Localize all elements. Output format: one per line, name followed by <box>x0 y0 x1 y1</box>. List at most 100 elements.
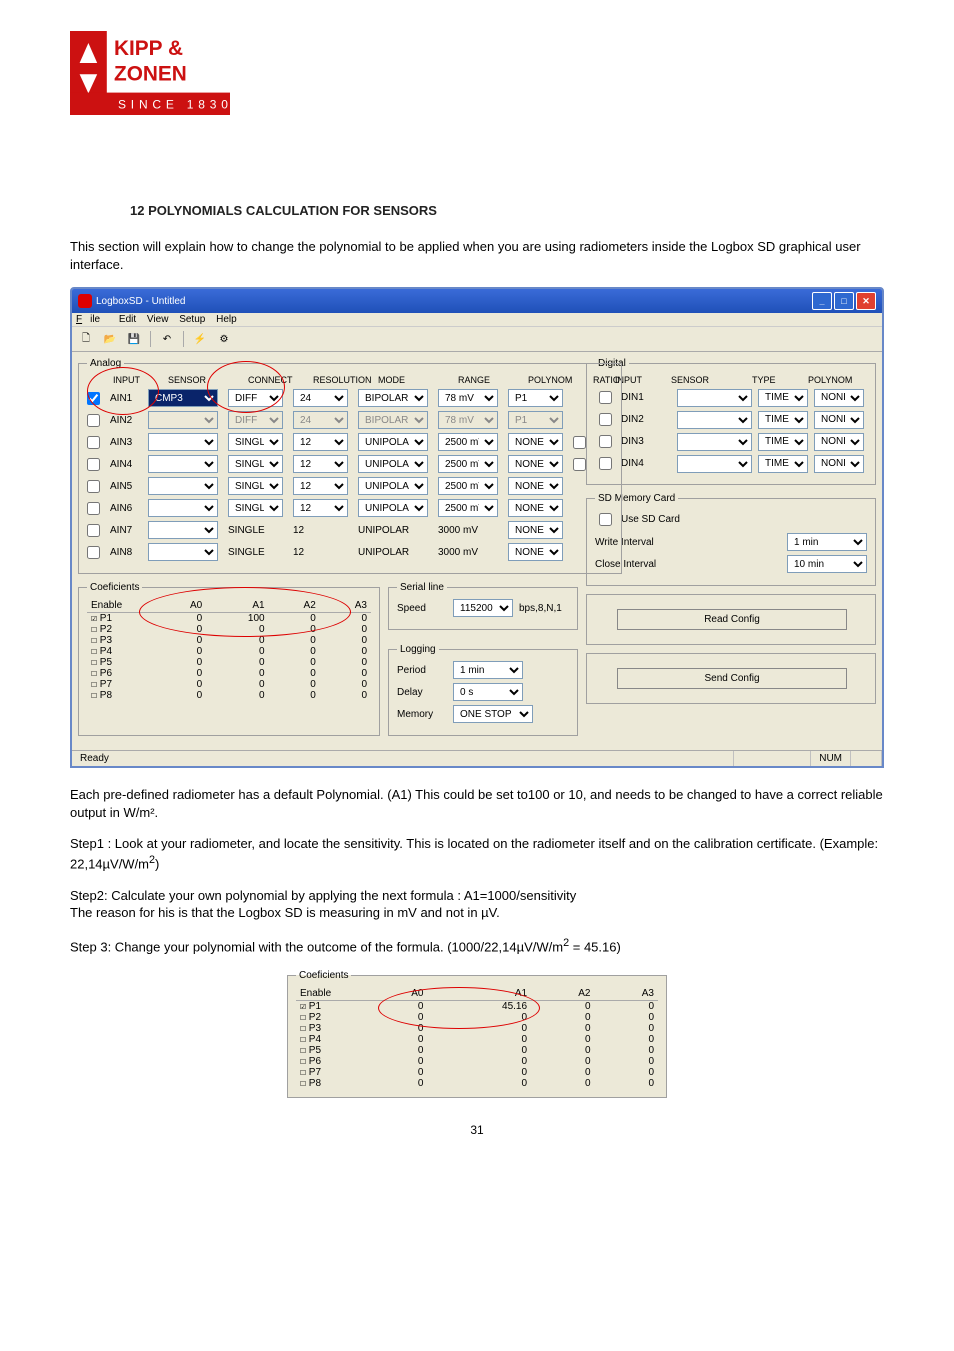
coef-row-enable[interactable]: ☐ P5 <box>296 1045 364 1056</box>
coef-row-enable[interactable]: ☐ P6 <box>296 1056 364 1067</box>
maximize-button[interactable]: □ <box>834 292 854 310</box>
ain-poly-select[interactable]: NONE <box>508 433 563 451</box>
ain-poly-select[interactable]: P1 <box>508 411 563 429</box>
coef-row-enable[interactable]: ☐ P8 <box>296 1078 364 1089</box>
menu-edit[interactable]: Edit <box>119 314 136 325</box>
undo-icon[interactable]: ↶ <box>157 329 177 349</box>
ain-poly-select[interactable]: P1 <box>508 389 563 407</box>
ain-mode-select[interactable]: UNIPOLAR <box>358 455 428 473</box>
ain-enable-checkbox[interactable] <box>87 502 100 515</box>
ain-mode-select[interactable]: UNIPOLAR <box>358 433 428 451</box>
close-button[interactable]: ✕ <box>856 292 876 310</box>
ain-sensor-select[interactable] <box>148 411 218 429</box>
speed-select[interactable]: 115200 <box>453 599 513 617</box>
ain-sensor-select[interactable] <box>148 477 218 495</box>
save-file-icon[interactable]: 💾 <box>124 329 144 349</box>
close-int-select[interactable]: 10 min <box>787 555 867 573</box>
connect-icon[interactable]: ⚡ <box>190 329 210 349</box>
ain-range-select[interactable]: 78 mV <box>438 389 498 407</box>
ain-sensor-select[interactable] <box>148 521 218 539</box>
ain-res-select[interactable]: 12 <box>293 477 348 495</box>
ain-res-select[interactable]: 24 <box>293 411 348 429</box>
ain-range-select[interactable]: 2500 mV <box>438 499 498 517</box>
coef-row-enable[interactable]: ☐ P2 <box>296 1012 364 1023</box>
ain-enable-checkbox[interactable] <box>87 480 100 493</box>
ain-sensor-select[interactable] <box>148 455 218 473</box>
ain-res-select[interactable]: 12 <box>293 433 348 451</box>
din-type-select[interactable]: TIME <box>758 455 808 473</box>
din-poly-select[interactable]: NONE <box>814 433 864 451</box>
new-file-icon[interactable]: 🗋 <box>76 329 96 349</box>
gear-icon[interactable]: ⚙ <box>214 329 234 349</box>
coef-row-enable[interactable]: ☐ P7 <box>296 1067 364 1078</box>
din-poly-select[interactable]: NONE <box>814 411 864 429</box>
menu-help[interactable]: Help <box>216 314 237 325</box>
din-sensor-select[interactable] <box>677 433 752 451</box>
delay-select[interactable]: 0 s <box>453 683 523 701</box>
read-config-button[interactable]: Read Config <box>617 609 847 630</box>
ain-connect-select[interactable]: SINGLE <box>228 477 283 495</box>
ain-connect-select[interactable]: SINGLE <box>228 455 283 473</box>
memory-select[interactable]: ONE STOP <box>453 705 533 723</box>
ain-res-select[interactable]: 24 <box>293 389 348 407</box>
send-config-button[interactable]: Send Config <box>617 668 847 689</box>
ain-range-select[interactable]: 2500 mV <box>438 477 498 495</box>
ain-connect-select[interactable]: DIFF <box>228 389 283 407</box>
ain-poly-select[interactable]: NONE <box>508 543 563 561</box>
ain-range-select[interactable]: 2500 mV <box>438 433 498 451</box>
ain-connect-select[interactable]: SINGLE <box>228 499 283 517</box>
ain-sensor-select[interactable] <box>148 433 218 451</box>
minimize-button[interactable]: _ <box>812 292 832 310</box>
ain-enable-checkbox[interactable] <box>87 458 100 471</box>
menu-file[interactable]: File <box>76 314 108 325</box>
coef-row-enable[interactable]: ☐ P5 <box>87 657 155 668</box>
write-int-select[interactable]: 1 min <box>787 533 867 551</box>
ain-sensor-select[interactable]: CMP3 <box>148 389 218 407</box>
ain-range-select[interactable]: 78 mV <box>438 411 498 429</box>
din-poly-select[interactable]: NONE <box>814 389 864 407</box>
ain-mode-select[interactable]: UNIPOLAR <box>358 477 428 495</box>
ain-res-select[interactable]: 12 <box>293 455 348 473</box>
coef-row-enable[interactable]: ☐ P3 <box>87 635 155 646</box>
ain-enable-checkbox[interactable] <box>87 524 100 537</box>
ain-connect-select[interactable]: DIFF <box>228 411 283 429</box>
ain-range-select[interactable]: 2500 mV <box>438 455 498 473</box>
ain-poly-select[interactable]: NONE <box>508 521 563 539</box>
coef-row-enable[interactable]: ☐ P3 <box>296 1023 364 1034</box>
ain-ratio-checkbox[interactable] <box>573 436 586 449</box>
coef-row-enable[interactable]: ☐ P4 <box>87 646 155 657</box>
ain-res-select[interactable]: 12 <box>293 499 348 517</box>
din-type-select[interactable]: TIME <box>758 433 808 451</box>
ain-connect-select[interactable]: SINGLE <box>228 433 283 451</box>
coef-row-enable[interactable]: ☐ P8 <box>87 690 155 701</box>
coef-row-enable[interactable]: ☐ P4 <box>296 1034 364 1045</box>
ain-enable-checkbox[interactable] <box>87 392 100 405</box>
din-sensor-select[interactable] <box>677 411 752 429</box>
din-sensor-select[interactable] <box>677 455 752 473</box>
din-type-select[interactable]: TIME <box>758 389 808 407</box>
coef-row-enable[interactable]: ☑ P1 <box>87 613 155 625</box>
ain-poly-select[interactable]: NONE <box>508 477 563 495</box>
ain-enable-checkbox[interactable] <box>87 546 100 559</box>
coef-row-enable[interactable]: ☐ P2 <box>87 624 155 635</box>
coef-row-enable[interactable]: ☐ P6 <box>87 668 155 679</box>
period-select[interactable]: 1 min <box>453 661 523 679</box>
coef-row-enable[interactable]: ☑ P1 <box>296 1000 364 1012</box>
ain-mode-select[interactable]: BIPOLAR <box>358 411 428 429</box>
ain-enable-checkbox[interactable] <box>87 414 100 427</box>
menu-setup[interactable]: Setup <box>179 314 205 325</box>
coef-row-enable[interactable]: ☐ P7 <box>87 679 155 690</box>
ain-mode-select[interactable]: BIPOLAR <box>358 389 428 407</box>
ain-ratio-checkbox[interactable] <box>573 458 586 471</box>
ain-poly-select[interactable]: NONE <box>508 499 563 517</box>
ain-poly-select[interactable]: NONE <box>508 455 563 473</box>
open-file-icon[interactable]: 📂 <box>100 329 120 349</box>
din-poly-select[interactable]: NONE <box>814 455 864 473</box>
ain-enable-checkbox[interactable] <box>87 436 100 449</box>
ain-sensor-select[interactable] <box>148 543 218 561</box>
din-sensor-select[interactable] <box>677 389 752 407</box>
title-bar[interactable]: LogboxSD - Untitled _ □ ✕ <box>72 289 882 313</box>
din-type-select[interactable]: TIME <box>758 411 808 429</box>
menu-view[interactable]: View <box>147 314 169 325</box>
ain-mode-select[interactable]: UNIPOLAR <box>358 499 428 517</box>
